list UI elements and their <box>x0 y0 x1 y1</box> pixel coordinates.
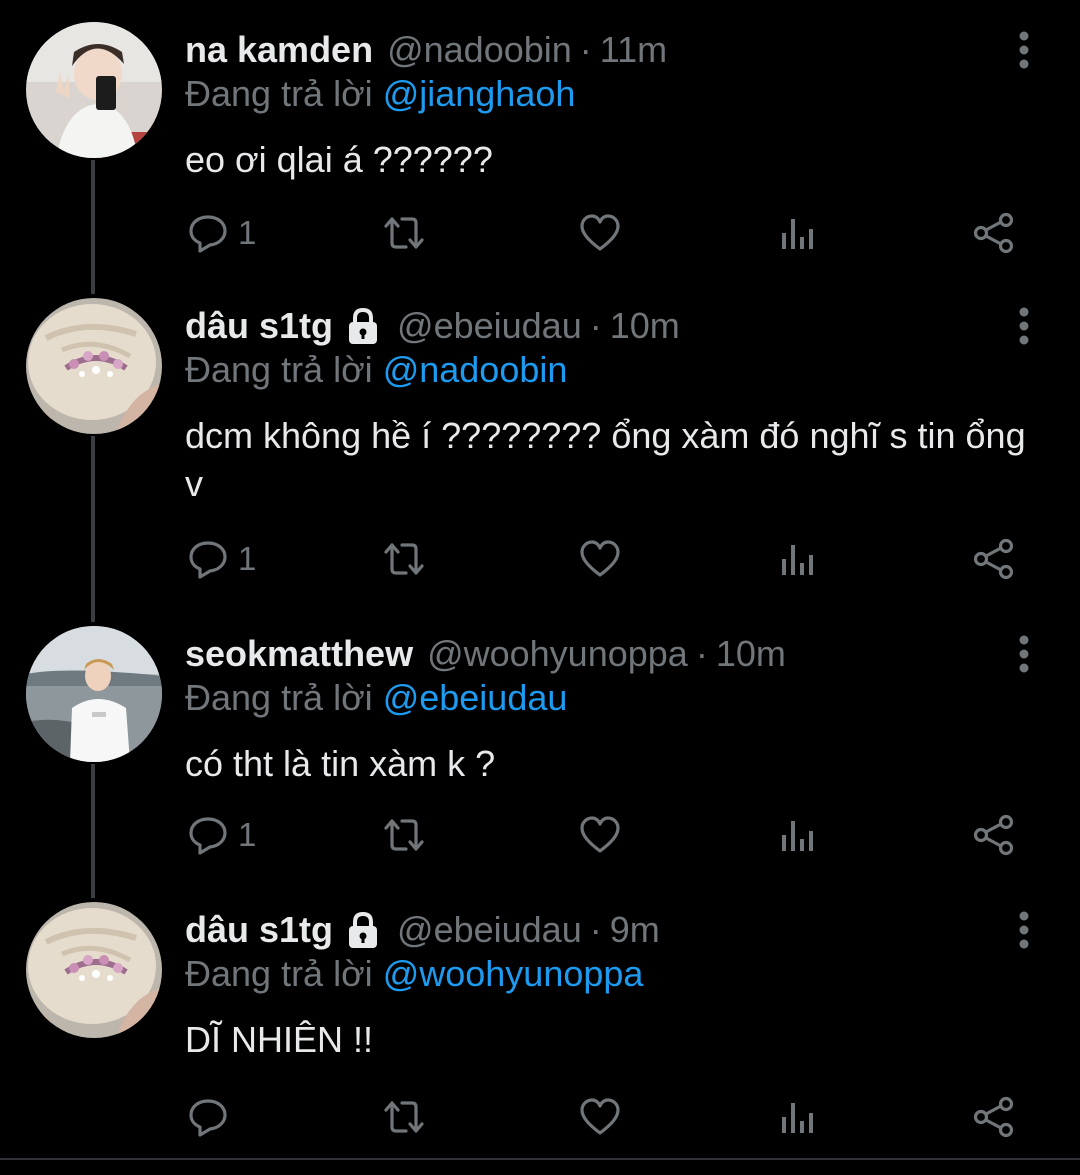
reply-count: 1 <box>238 540 257 577</box>
heart-icon <box>580 540 620 577</box>
retweet-button[interactable] <box>382 208 426 258</box>
share-icon <box>973 212 1014 254</box>
handle[interactable]: @woohyunoppa <box>427 632 688 676</box>
tweet-header: dâu s1tg @ebeiudau · 10m <box>185 304 680 348</box>
reply-button[interactable]: 1 <box>186 208 256 258</box>
tweet-header: dâu s1tg @ebeiudau · 9m <box>185 908 660 952</box>
avatar[interactable] <box>26 22 162 158</box>
retweet-button[interactable] <box>382 534 426 584</box>
like-button[interactable] <box>578 208 622 258</box>
replying-to-label: Đang trả lời <box>185 953 373 994</box>
like-button[interactable] <box>578 534 622 584</box>
share-button[interactable] <box>972 1092 1016 1142</box>
lock-icon <box>349 911 378 948</box>
reply-count: 1 <box>238 816 257 853</box>
share-button[interactable] <box>972 208 1016 258</box>
more-options-icon[interactable] <box>1004 26 1044 74</box>
display-name[interactable]: dâu s1tg <box>185 908 333 952</box>
reply-icon <box>189 215 227 253</box>
tweet-text: eo ơi qlai á ?????? <box>185 139 493 180</box>
analytics-icon <box>782 219 813 249</box>
separator-dot: · <box>589 909 602 950</box>
display-name[interactable]: seokmatthew <box>185 632 413 676</box>
thread-connector <box>91 436 95 622</box>
reply-button[interactable]: 1 <box>186 534 256 584</box>
replying-to-label: Đang trả lời <box>185 349 373 390</box>
handle[interactable]: @ebeiudau <box>397 304 582 348</box>
reply-button[interactable]: 1 <box>186 810 256 860</box>
tweet-text: dcm không hề í ???????? ổng xàm đó nghĩ … <box>185 415 1026 504</box>
separator-dot: · <box>579 29 592 70</box>
retweet-icon <box>384 217 424 249</box>
action-bar: 1 <box>0 534 1080 584</box>
replying-to-label: Đang trả lời <box>185 73 373 114</box>
heart-icon <box>580 816 620 853</box>
heart-icon <box>580 214 620 251</box>
action-bar: 1 <box>0 208 1080 258</box>
retweet-button[interactable] <box>382 810 426 860</box>
timestamp[interactable]: 11m <box>600 28 667 72</box>
handle[interactable]: @nadoobin <box>387 28 572 72</box>
tweet-header: na kamden @nadoobin · 11m <box>185 28 667 72</box>
analytics-icon <box>782 545 813 575</box>
tweet-header: seokmatthew @woohyunoppa · 10m <box>185 632 786 676</box>
display-name[interactable]: na kamden <box>185 28 373 72</box>
retweet-icon <box>384 819 424 851</box>
reply-icon <box>189 817 227 855</box>
replying-to: Đang trả lời @ebeiudau <box>185 676 567 720</box>
share-button[interactable] <box>972 810 1016 860</box>
action-bar: 1 <box>0 810 1080 860</box>
replying-to: Đang trả lời @jianghaoh <box>185 72 575 116</box>
like-button[interactable] <box>578 1092 622 1142</box>
reply-icon <box>189 541 227 579</box>
mention-link[interactable]: @nadoobin <box>383 349 568 390</box>
views-button[interactable] <box>776 810 820 860</box>
views-button[interactable] <box>776 1092 820 1142</box>
analytics-icon <box>782 821 813 851</box>
separator-dot: · <box>695 633 708 674</box>
replying-to: Đang trả lời @woohyunoppa <box>185 952 643 996</box>
replying-to: Đang trả lời @nadoobin <box>185 348 567 392</box>
reply-button[interactable] <box>186 1092 238 1142</box>
more-options-icon[interactable] <box>1004 302 1044 350</box>
timestamp[interactable]: 10m <box>716 632 786 676</box>
timestamp[interactable]: 10m <box>610 304 680 348</box>
divider <box>0 1158 1080 1160</box>
more-options-icon[interactable] <box>1004 630 1044 678</box>
mention-link[interactable]: @jianghaoh <box>383 73 576 114</box>
tweet-text: DĨ NHIÊN !! <box>185 1019 374 1060</box>
heart-icon <box>580 1098 620 1135</box>
views-button[interactable] <box>776 534 820 584</box>
replying-to-label: Đang trả lời <box>185 677 373 718</box>
mention-link[interactable]: @ebeiudau <box>383 677 568 718</box>
avatar[interactable] <box>26 626 162 762</box>
share-icon <box>973 814 1014 856</box>
display-name[interactable]: dâu s1tg <box>185 304 333 348</box>
retweet-icon <box>384 1101 424 1133</box>
handle[interactable]: @ebeiudau <box>397 908 582 952</box>
more-options-icon[interactable] <box>1004 906 1044 954</box>
action-bar <box>0 1092 1080 1142</box>
like-button[interactable] <box>578 810 622 860</box>
mention-link[interactable]: @woohyunoppa <box>383 953 644 994</box>
share-icon <box>973 538 1014 580</box>
avatar[interactable] <box>26 298 162 434</box>
views-button[interactable] <box>776 208 820 258</box>
reply-icon <box>189 1099 227 1137</box>
lock-icon <box>349 307 378 344</box>
retweet-icon <box>384 543 424 575</box>
tweet-text: có tht là tin xàm k ? <box>185 743 496 784</box>
analytics-icon <box>782 1103 813 1133</box>
separator-dot: · <box>589 305 602 346</box>
share-icon <box>973 1096 1014 1138</box>
reply-count: 1 <box>238 214 257 251</box>
timestamp[interactable]: 9m <box>610 908 660 952</box>
retweet-button[interactable] <box>382 1092 426 1142</box>
avatar[interactable] <box>26 902 162 1038</box>
share-button[interactable] <box>972 534 1016 584</box>
